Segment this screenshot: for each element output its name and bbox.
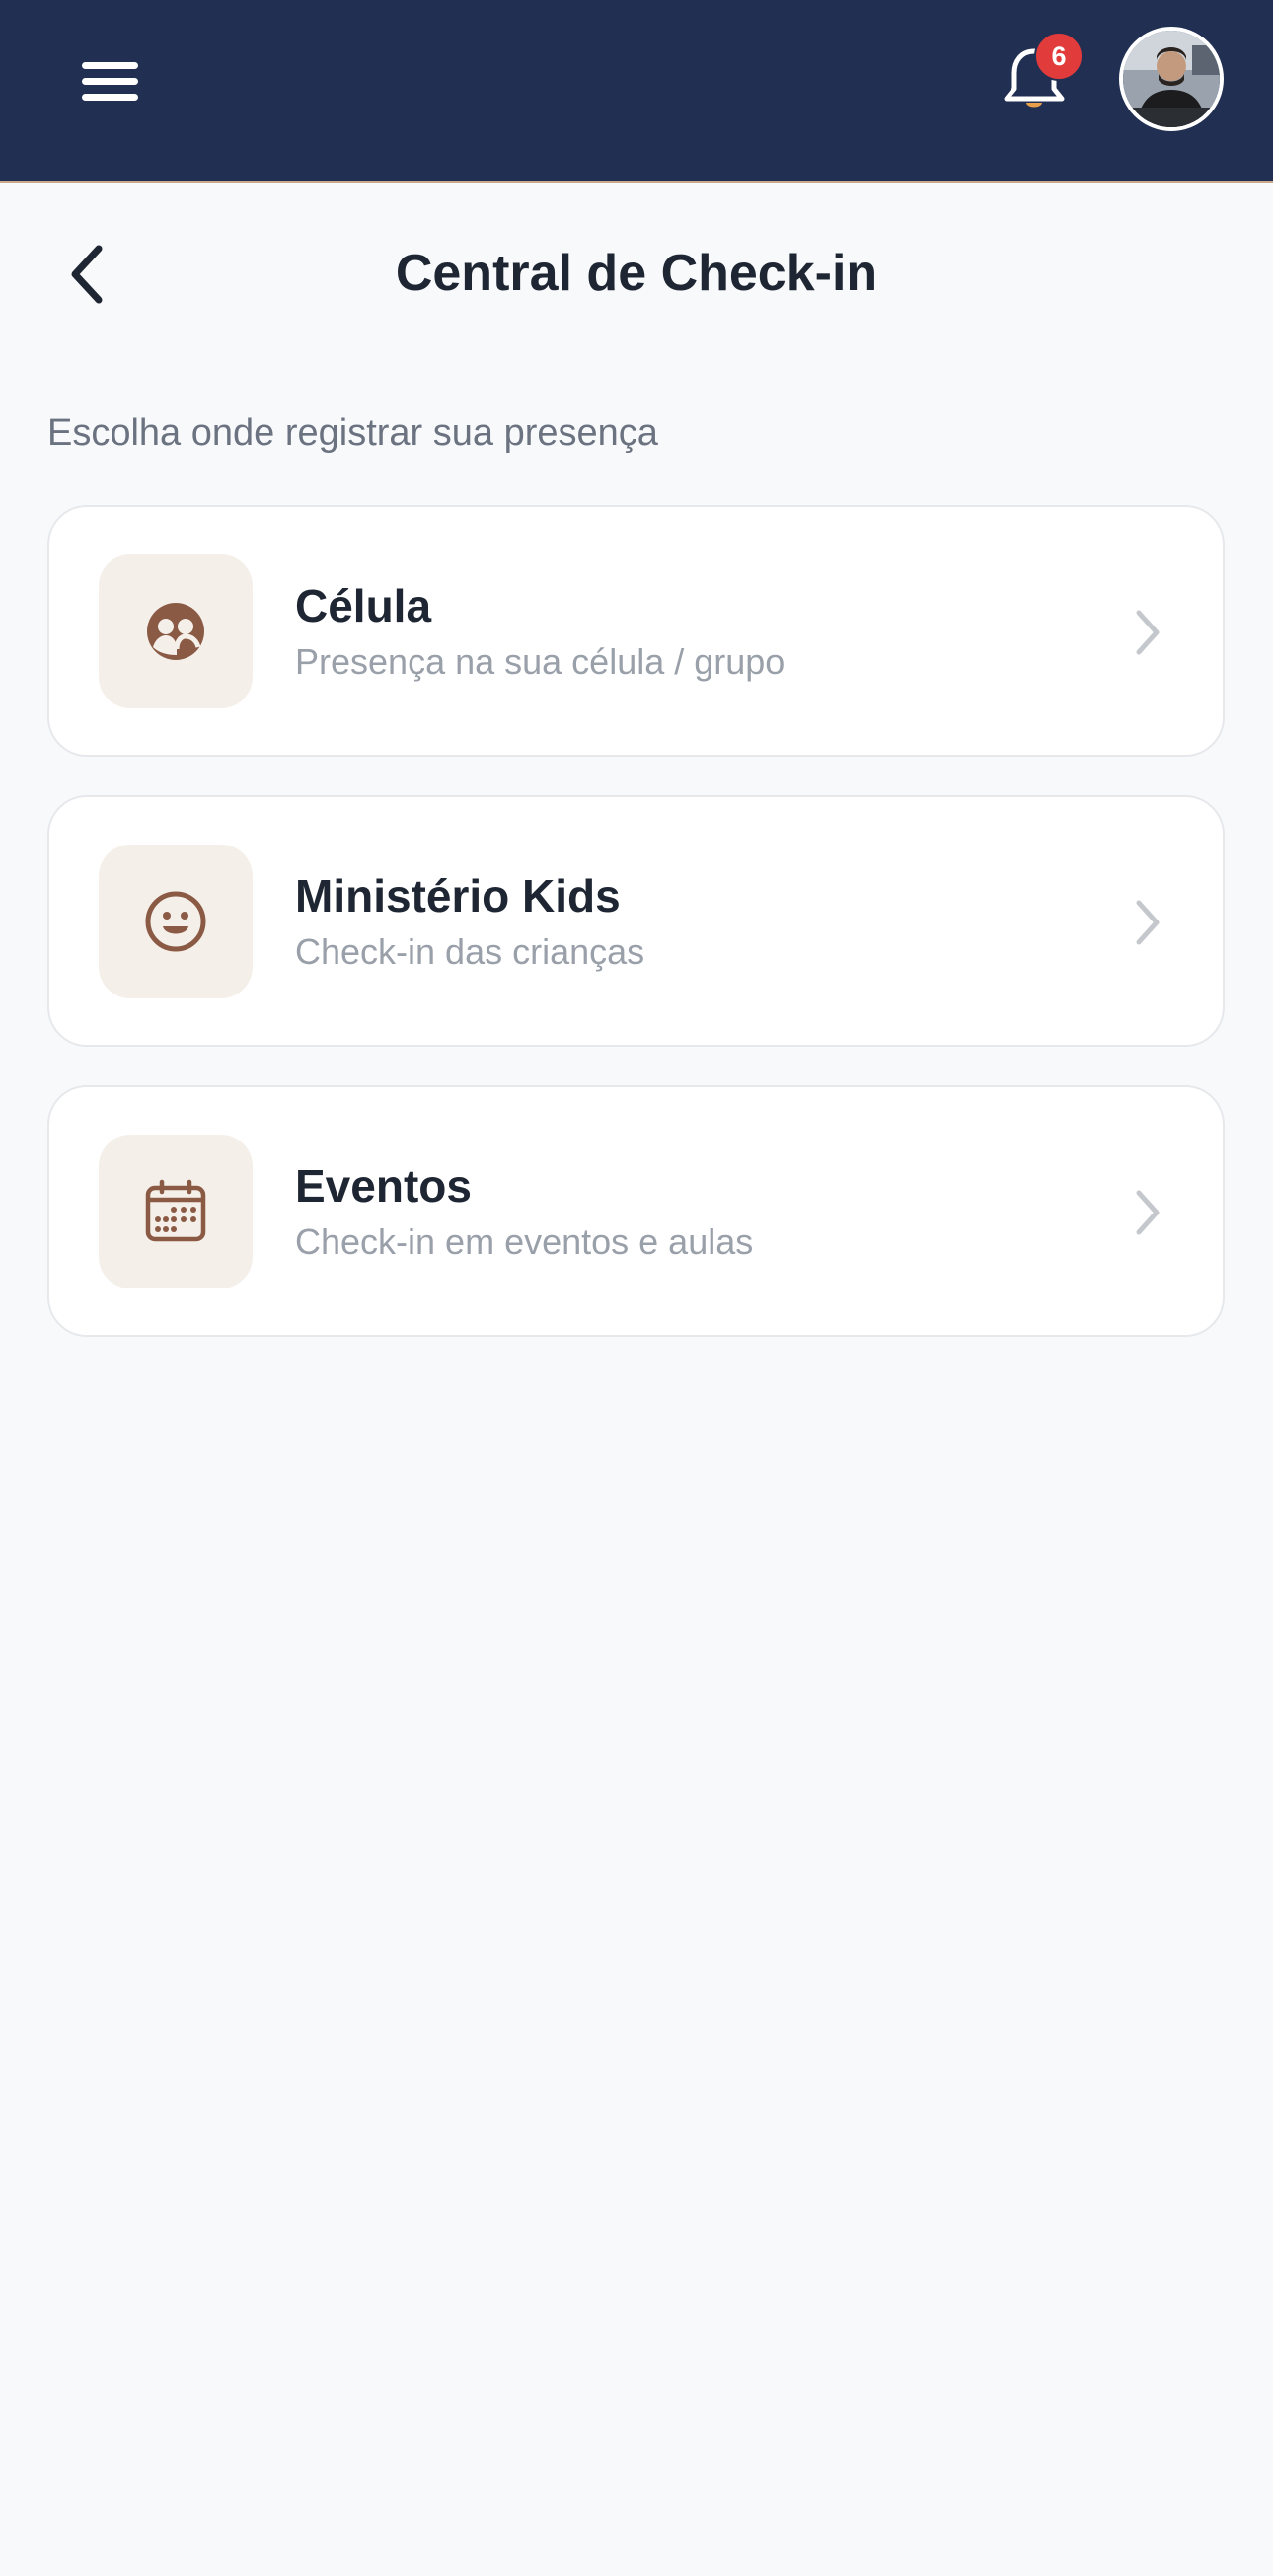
option-card-ministerio-kids[interactable]: Ministério Kids Check-in das crianças [47, 795, 1225, 1047]
icon-tile [99, 1135, 253, 1288]
user-avatar[interactable] [1119, 27, 1224, 131]
page-title: Central de Check-in [395, 245, 878, 302]
icon-tile [99, 845, 253, 998]
menu-line [82, 78, 138, 85]
option-title: Célula [295, 580, 432, 631]
group-icon [147, 603, 204, 660]
option-title: Eventos [295, 1160, 472, 1212]
option-description: Check-in das crianças [295, 931, 645, 972]
option-description: Presença na sua célula / grupo [295, 641, 786, 682]
page-subtitle: Escolha onde registrar sua presença [47, 412, 658, 454]
option-description: Check-in em eventos e aulas [295, 1221, 754, 1262]
icon-tile [99, 554, 253, 708]
smiley-icon [145, 891, 206, 952]
menu-line [82, 62, 138, 69]
chevron-right-icon [1136, 900, 1160, 945]
option-card-eventos[interactable]: Eventos Check-in em eventos e aulas [47, 1085, 1225, 1337]
menu-line [82, 94, 138, 101]
option-title: Ministério Kids [295, 870, 621, 921]
chevron-right-icon [1136, 1190, 1160, 1235]
option-card-celula[interactable]: Célula Presença na sua célula / grupo [47, 505, 1225, 757]
calendar-icon [145, 1179, 206, 1242]
top-app-bar: 6 [0, 0, 1273, 183]
chevron-right-icon [1136, 610, 1160, 655]
hamburger-menu-button[interactable] [77, 57, 146, 107]
notification-count-badge: 6 [1034, 32, 1084, 81]
avatar-photo [1123, 31, 1220, 127]
